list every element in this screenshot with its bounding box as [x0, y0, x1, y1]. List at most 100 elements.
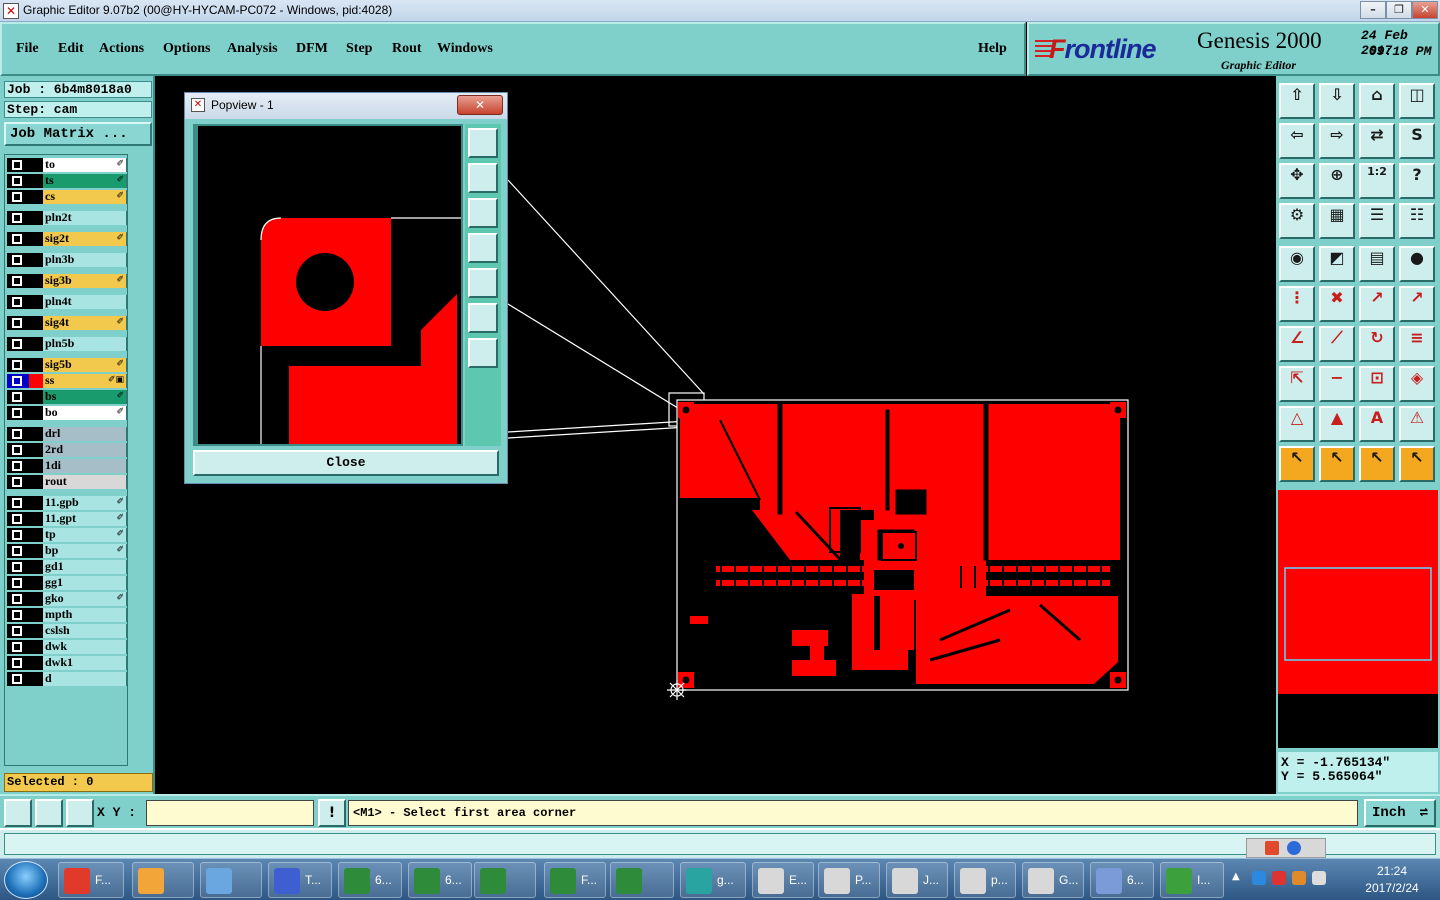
- layer-name[interactable]: 2rd: [43, 443, 127, 457]
- triangle-icon[interactable]: △: [1279, 406, 1315, 442]
- layer-row-gg1[interactable]: gg1: [7, 576, 127, 590]
- layer-checkbox[interactable]: [7, 274, 29, 288]
- layer-row-sig4t[interactable]: sig4t ✐: [7, 316, 127, 330]
- layer-name[interactable]: pln5b: [43, 337, 127, 351]
- taskbar-item[interactable]: g...: [680, 862, 746, 898]
- line-add-icon[interactable]: ↗: [1359, 286, 1395, 322]
- taskbar-item[interactable]: [610, 862, 674, 898]
- layer-name[interactable]: bp: [43, 544, 127, 558]
- taskbar-item[interactable]: T...: [268, 862, 332, 898]
- pop-pan-right-icon[interactable]: [468, 268, 498, 298]
- layer-name[interactable]: gko: [43, 592, 127, 606]
- line-cut-icon[interactable]: −: [1319, 366, 1355, 402]
- menu-options[interactable]: Options: [163, 41, 210, 57]
- layer-name[interactable]: bs: [43, 390, 127, 404]
- pad-icon[interactable]: ◉: [1279, 246, 1315, 282]
- net-icon[interactable]: ⋮: [1279, 286, 1315, 322]
- layer-checkbox[interactable]: [7, 232, 29, 246]
- unit-selector[interactable]: Inch ⇌: [1364, 799, 1436, 827]
- layer-name[interactable]: bo: [43, 406, 127, 420]
- taskbar-item[interactable]: J...: [886, 862, 948, 898]
- layer-checkbox[interactable]: [7, 576, 29, 590]
- system-clock[interactable]: 21:24 2017/2/24: [1348, 863, 1436, 897]
- layer-name[interactable]: 1di: [43, 459, 127, 473]
- layer-checkbox[interactable]: [7, 592, 29, 606]
- layers-icon[interactable]: ☰: [1359, 203, 1395, 239]
- menu-analysis[interactable]: Analysis: [227, 41, 278, 57]
- measure-tool-icon[interactable]: [35, 799, 63, 827]
- layer-row-cs[interactable]: cs ✐: [7, 190, 127, 204]
- menu-rout[interactable]: Rout: [392, 41, 422, 57]
- layer-name[interactable]: pln3b: [43, 253, 127, 267]
- layer-checkbox[interactable]: [7, 528, 29, 542]
- popview-canvas[interactable]: [192, 124, 463, 446]
- snap-icon[interactable]: [4, 799, 32, 827]
- layer-checkbox[interactable]: [7, 608, 29, 622]
- maximize-button[interactable]: ❐: [1386, 1, 1412, 19]
- layer-checkbox[interactable]: [7, 544, 29, 558]
- tray-display-icon[interactable]: [1312, 871, 1326, 885]
- layer-row-sig2t[interactable]: sig2t ✐: [7, 232, 127, 246]
- ime-help-icon[interactable]: [1287, 841, 1301, 855]
- job-matrix-button[interactable]: Job Matrix ...: [4, 122, 152, 146]
- layer-name[interactable]: 11.gpb: [43, 496, 127, 510]
- taskbar-item[interactable]: 6...: [408, 862, 472, 898]
- layer-name[interactable]: gd1: [43, 560, 127, 574]
- popview-close-x-button[interactable]: ✕: [457, 95, 503, 115]
- dot-icon[interactable]: ●: [1399, 246, 1435, 282]
- curve-icon[interactable]: S: [1399, 123, 1435, 159]
- layer-name[interactable]: 11.gpt: [43, 512, 127, 526]
- layer-checkbox[interactable]: [7, 624, 29, 638]
- pointer-circle-icon[interactable]: ↖: [1359, 446, 1395, 482]
- layer-checkbox[interactable]: [7, 640, 29, 654]
- layer-row-bs[interactable]: bs ✐: [7, 390, 127, 404]
- line-edit-icon[interactable]: ↗: [1399, 286, 1435, 322]
- taskbar-item[interactable]: G...: [1022, 862, 1084, 898]
- arc-icon[interactable]: ↻: [1359, 326, 1395, 362]
- layer-row-ts[interactable]: ts ✐: [7, 174, 127, 188]
- layers-alt-icon[interactable]: ☷: [1399, 203, 1435, 239]
- taskbar-item[interactable]: F...: [58, 862, 124, 898]
- layer-checkbox[interactable]: [7, 672, 29, 686]
- zoom-fit-icon[interactable]: ✥: [1279, 163, 1315, 199]
- layer-checkbox[interactable]: [7, 560, 29, 574]
- layer-name[interactable]: pln2t: [43, 211, 127, 225]
- layer-checkbox[interactable]: [7, 406, 29, 420]
- layer-checkbox[interactable]: [7, 443, 29, 457]
- split-icon[interactable]: ◫: [1399, 83, 1435, 119]
- popview-titlebar[interactable]: ✕ Popview - 1 ✕: [185, 93, 507, 119]
- layer-row-pln5b[interactable]: pln5b: [7, 337, 127, 351]
- line-color-icon[interactable]: ◩: [1319, 246, 1355, 282]
- pointer-icon[interactable]: ↖: [1279, 446, 1315, 482]
- layer-checkbox[interactable]: [7, 337, 29, 351]
- layer-checkbox[interactable]: [7, 496, 29, 510]
- layer-row-gd1[interactable]: gd1: [7, 560, 127, 574]
- layer-row-rout[interactable]: rout: [7, 475, 127, 489]
- pointer-net-icon[interactable]: ↖: [1399, 446, 1435, 482]
- tray-alert-icon[interactable]: [1292, 871, 1306, 885]
- layer-name[interactable]: mpth: [43, 608, 127, 622]
- ratio-icon[interactable]: 1:2: [1359, 163, 1395, 199]
- layer-row-mpth[interactable]: mpth: [7, 608, 127, 622]
- layer-checkbox[interactable]: [7, 475, 29, 489]
- pad-move-icon[interactable]: ⇱: [1279, 366, 1315, 402]
- layer-row-to[interactable]: to ✐: [7, 158, 127, 172]
- layer-name[interactable]: sig4t: [43, 316, 127, 330]
- layer-checkbox[interactable]: [7, 158, 29, 172]
- minimize-button[interactable]: –: [1360, 1, 1386, 19]
- taskbar-item[interactable]: [474, 862, 536, 898]
- taskbar-item[interactable]: I...: [1160, 862, 1224, 898]
- layer-name[interactable]: drl: [43, 427, 127, 441]
- triangle-sym-icon[interactable]: ⚠: [1399, 406, 1435, 442]
- menu-step[interactable]: Step: [346, 41, 372, 57]
- pop-zoom-fit-icon[interactable]: [468, 303, 498, 333]
- pop-zoom-center-icon[interactable]: [468, 338, 498, 368]
- menu-actions[interactable]: Actions: [99, 41, 144, 57]
- layer-row-pln2t[interactable]: pln2t: [7, 211, 127, 225]
- layer-row-pln3b[interactable]: pln3b: [7, 253, 127, 267]
- page-left-icon[interactable]: ⇦: [1279, 123, 1315, 159]
- menu-file[interactable]: File: [16, 41, 39, 57]
- layer-checkbox[interactable]: [7, 374, 29, 388]
- layer-name[interactable]: rout: [43, 475, 127, 489]
- xy-input[interactable]: [146, 800, 314, 826]
